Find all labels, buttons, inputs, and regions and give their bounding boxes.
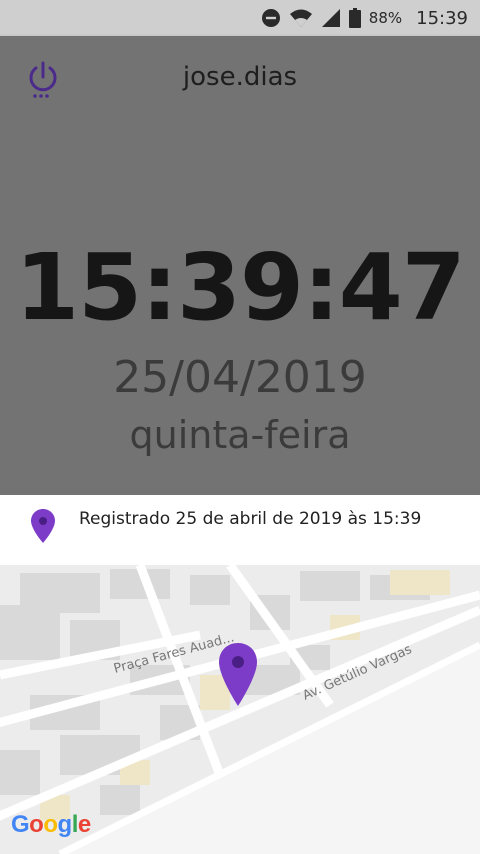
do-not-disturb-icon	[261, 9, 280, 27]
location-pin-icon	[31, 509, 55, 543]
battery-icon	[348, 8, 361, 28]
battery-percent: 88%	[368, 9, 403, 27]
google-logo: Google	[11, 811, 91, 838]
registro-text: Registrado 25 de abril de 2019 às 15:39	[79, 509, 422, 529]
registro-row: Registrado 25 de abril de 2019 às 15:39	[0, 495, 480, 565]
clock-panel: 15:39:47 25/04/2019 quinta-feira	[0, 120, 480, 495]
map-view[interactable]: Praça Fares Auad... Av. Getúlio Vargas G…	[0, 565, 480, 854]
status-bar: 88% 15:39	[0, 0, 480, 36]
signal-icon	[321, 9, 340, 27]
clock-time: 15:39:47	[15, 234, 466, 341]
clock-date: 25/04/2019	[113, 352, 367, 403]
status-time: 15:39	[416, 7, 468, 29]
status-icons: 88% 15:39	[261, 6, 468, 30]
clock-weekday: quinta-feira	[129, 413, 351, 457]
app-bar: jose.dias	[0, 36, 480, 120]
username-title: jose.dias	[182, 62, 298, 92]
wifi-icon	[289, 9, 312, 27]
